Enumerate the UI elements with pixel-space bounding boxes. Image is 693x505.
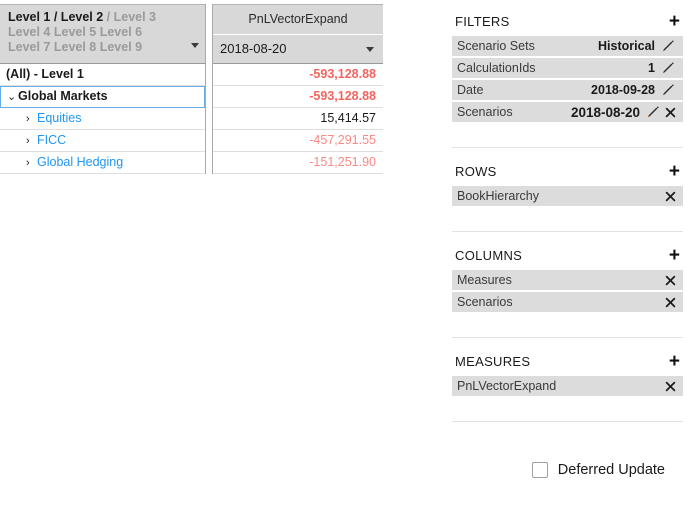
table-row[interactable]: ⌄Global Markets -593,128.88 (0, 86, 383, 108)
value-cell[interactable]: -593,128.88 (213, 64, 383, 86)
edit-pencil-icon[interactable] (661, 83, 675, 97)
section-header-measures: MEASURES + (452, 350, 683, 372)
list-item[interactable]: Date 2018-09-28 (452, 80, 683, 100)
dimension-levels-active: Level 1 / Level 2 (8, 10, 103, 24)
row-header-label: Equities (37, 111, 81, 125)
chevron-right-icon[interactable]: › (26, 109, 37, 130)
pivot-header-row: Level 1 / Level 2 / Level 3 Level 4 Leve… (0, 4, 383, 64)
row-header-label: Global Hedging (37, 155, 123, 169)
add-measure-button[interactable]: + (669, 352, 681, 371)
list-item-label: Scenarios (457, 295, 513, 309)
table-row[interactable]: ›Global Hedging -151,251.90 (0, 152, 383, 174)
add-column-button[interactable]: + (669, 246, 681, 265)
scenario-header-label: 2018-08-20 (220, 41, 287, 56)
close-icon[interactable] (664, 296, 677, 309)
add-filter-button[interactable]: + (669, 12, 681, 31)
chevron-right-icon[interactable]: › (26, 153, 37, 174)
section-title-columns: COLUMNS (455, 248, 522, 263)
section-divider (452, 421, 683, 422)
list-item-value: 2018-08-20 (571, 105, 640, 120)
measure-header-cell[interactable]: PnLVectorExpand (213, 4, 383, 35)
measure-items: PnLVectorExpand (452, 376, 683, 396)
list-item[interactable]: Scenarios (452, 292, 683, 312)
row-header-cell[interactable]: ›Equities (0, 108, 205, 130)
close-icon[interactable] (664, 380, 677, 393)
scenario-header-cell[interactable]: 2018-08-20 (213, 35, 383, 64)
row-header-label: FICC (37, 133, 66, 147)
column-items: Measures Scenarios (452, 270, 683, 312)
edit-pencil-icon[interactable] (661, 61, 675, 75)
section-header-rows: ROWS + (452, 160, 683, 182)
row-items: BookHierarchy (452, 186, 683, 206)
column-header-stack: PnLVectorExpand 2018-08-20 (213, 4, 383, 64)
close-icon[interactable] (664, 274, 677, 287)
row-header-cell[interactable]: ›FICC (0, 130, 205, 152)
section-header-columns: COLUMNS + (452, 244, 683, 266)
table-row[interactable]: ›Equities 15,414.57 (0, 108, 383, 130)
list-item[interactable]: PnLVectorExpand (452, 376, 683, 396)
list-item-label: Date (457, 83, 483, 97)
list-item-label: BookHierarchy (457, 189, 539, 203)
list-item-label: Scenarios (457, 105, 513, 119)
list-item-value: 1 (648, 61, 655, 75)
column-splitter (205, 64, 213, 86)
list-item[interactable]: Scenarios 2018-08-20 (452, 102, 683, 122)
row-header-label: Global Markets (18, 89, 108, 103)
filter-items: Scenario Sets Historical CalculationIds 1 Da… (452, 36, 683, 122)
section-measures: MEASURES + PnLVectorExpand (452, 350, 683, 396)
row-header-cell[interactable]: ›Global Hedging (0, 152, 205, 174)
dimension-levels-line1: Level 1 / Level 2 / Level 3 (8, 10, 199, 25)
list-item[interactable]: Measures (452, 270, 683, 290)
chevron-down-icon[interactable] (191, 43, 199, 48)
value-cell[interactable]: -151,251.90 (213, 152, 383, 174)
value-cell[interactable]: 15,414.57 (213, 108, 383, 130)
column-splitter (205, 108, 213, 130)
close-icon[interactable] (664, 190, 677, 203)
close-icon[interactable] (664, 106, 677, 119)
pivot-table: Level 1 / Level 2 / Level 3 Level 4 Leve… (0, 4, 383, 174)
list-item[interactable]: CalculationIds 1 (452, 58, 683, 78)
section-header-filters: FILTERS + (452, 10, 683, 32)
column-splitter[interactable] (205, 4, 213, 64)
row-header-cell[interactable]: (All) - Level 1 (0, 64, 205, 86)
chevron-right-icon[interactable]: › (26, 131, 37, 152)
add-row-button[interactable]: + (669, 162, 681, 181)
section-rows: ROWS + BookHierarchy (452, 160, 683, 206)
list-item[interactable]: BookHierarchy (452, 186, 683, 206)
section-title-rows: ROWS (455, 164, 497, 179)
section-title-measures: MEASURES (455, 354, 530, 369)
list-item-label: Measures (457, 273, 512, 287)
value-cell[interactable]: -457,291.55 (213, 130, 383, 152)
list-item-value: Historical (598, 39, 655, 53)
list-item-label: CalculationIds (457, 61, 536, 75)
pivot-config-panel: FILTERS + Scenario Sets Historical Calcula… (452, 10, 683, 422)
value-cell[interactable]: -593,128.88 (213, 86, 383, 108)
list-item-value: 2018-09-28 (591, 83, 655, 97)
dimension-levels-inactive: / Level 3 (103, 10, 156, 24)
section-filters: FILTERS + Scenario Sets Historical Calcula… (452, 10, 683, 122)
table-row[interactable]: (All) - Level 1 -593,128.88 (0, 64, 383, 86)
list-item-label: Scenario Sets (457, 39, 535, 53)
dimension-levels-line3: Level 7 Level 8 Level 9 (8, 40, 199, 55)
edit-pencil-icon[interactable] (646, 105, 660, 119)
column-splitter (205, 130, 213, 152)
dimension-levels-line2: Level 4 Level 5 Level 6 (8, 25, 199, 40)
deferred-update-row[interactable]: Deferred Update (452, 462, 683, 478)
section-title-filters: FILTERS (455, 14, 510, 29)
table-row[interactable]: ›FICC -457,291.55 (0, 130, 383, 152)
deferred-update-checkbox[interactable] (532, 462, 548, 478)
section-columns: COLUMNS + Measures Scenarios (452, 244, 683, 312)
edit-pencil-icon[interactable] (661, 39, 675, 53)
list-item-label: PnLVectorExpand (457, 379, 556, 393)
chevron-down-icon[interactable]: ⌄ (7, 88, 18, 107)
list-item[interactable]: Scenario Sets Historical (452, 36, 683, 56)
pivot-body: (All) - Level 1-593,128.88⌄Global Market… (0, 64, 383, 174)
dimension-selector-cell[interactable]: Level 1 / Level 2 / Level 3 Level 4 Leve… (0, 4, 205, 64)
deferred-update-label: Deferred Update (558, 462, 665, 478)
column-splitter (205, 152, 213, 174)
column-splitter (205, 86, 213, 108)
row-header-cell[interactable]: ⌄Global Markets (0, 86, 205, 108)
chevron-down-icon[interactable] (366, 47, 374, 52)
row-header-label: (All) - Level 1 (6, 67, 84, 81)
